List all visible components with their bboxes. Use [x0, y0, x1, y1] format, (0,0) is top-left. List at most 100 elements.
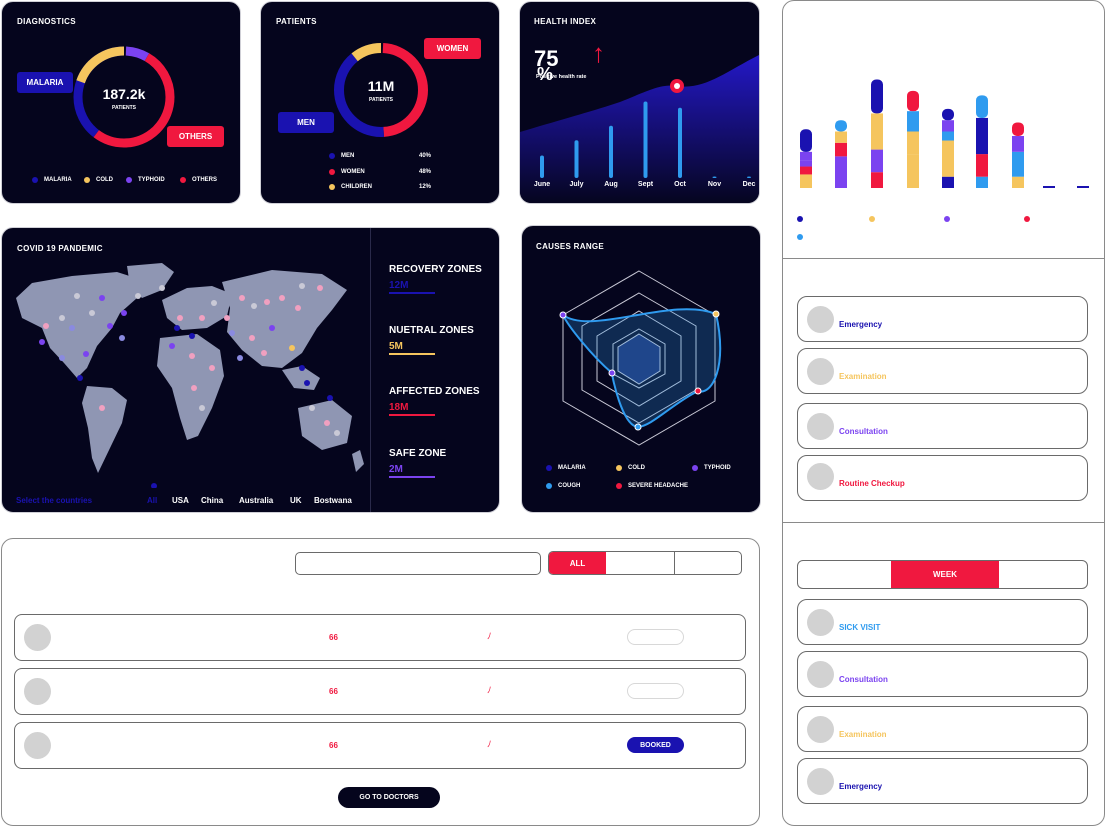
- stacked-segment: [1012, 122, 1024, 137]
- legend-dot: [546, 483, 552, 489]
- stacked-segment: [907, 131, 919, 155]
- doctor-row[interactable]: 66 ﾉ: [14, 614, 746, 661]
- map-dot: [99, 295, 105, 301]
- legend-cold: COLD: [616, 465, 645, 471]
- avatar: [807, 768, 834, 795]
- appointment-card-examination[interactable]: Examination: [797, 348, 1088, 394]
- map-dot: [237, 355, 243, 361]
- legend-dot: [126, 177, 132, 183]
- stacked-segment: [871, 113, 883, 150]
- map-dot: [317, 285, 323, 291]
- map-dot: [261, 350, 267, 356]
- legend-label: COUGH: [558, 483, 581, 489]
- patients-panel: PATIENTS 11M PATIENTS WOMEN MEN MEN 40% …: [260, 1, 500, 204]
- stacked-segment: [800, 151, 812, 161]
- stacked-segment: [1043, 186, 1055, 188]
- zone-neutral-underline: [389, 353, 435, 355]
- heart-icon: ﾉ: [487, 685, 492, 695]
- map-dot: [264, 299, 270, 305]
- appointment-card-routine-checkup[interactable]: Routine Checkup: [797, 455, 1088, 501]
- appointment-label: Examination: [839, 730, 887, 739]
- map-europe: [162, 286, 232, 330]
- legend-dot-red: [1024, 216, 1030, 222]
- legend-label: OTHERS: [192, 177, 218, 183]
- tab-week[interactable]: WEEK: [891, 561, 999, 588]
- legend-dot: [180, 177, 186, 183]
- patients-row-men: MEN: [329, 153, 354, 159]
- booked-badge[interactable]: BOOKED: [627, 737, 684, 753]
- avatar: [807, 609, 834, 636]
- legend-malaria: MALARIA: [32, 177, 72, 183]
- legend-dot-purple: [944, 216, 950, 222]
- stacked-legend: [797, 214, 1097, 244]
- stacked-segment: [976, 154, 988, 177]
- map-dot: [299, 365, 305, 371]
- map-dot: [324, 420, 330, 426]
- zone-recovery-label: RECOVERY ZONES: [389, 264, 482, 275]
- legend-dot: [329, 169, 335, 175]
- stacked-segment: [1012, 176, 1024, 188]
- stacked-segment: [1012, 136, 1024, 152]
- appointment-card-examination-2[interactable]: Examination: [797, 706, 1088, 752]
- avatar: [807, 716, 834, 743]
- country-tab-bostwana[interactable]: Bostwana: [314, 496, 352, 505]
- avatar: [24, 732, 51, 759]
- doctor-search-input[interactable]: [295, 552, 541, 575]
- book-button[interactable]: [627, 683, 684, 699]
- filter-tab-all[interactable]: ALL: [549, 552, 606, 574]
- diagnostics-center-caption: PATIENTS: [112, 105, 136, 111]
- map-dot: [177, 315, 183, 321]
- stacked-segment: [835, 131, 847, 143]
- radar-point-cold: [712, 310, 720, 318]
- stacked-segment: [907, 154, 919, 188]
- patients-tag-women: WOMEN: [424, 38, 481, 59]
- map-dot: [39, 339, 45, 345]
- appointment-card-emergency[interactable]: Emergency: [797, 296, 1088, 342]
- appointment-card-sick-visit[interactable]: SICK VISIT: [797, 599, 1088, 645]
- legend-dot-navy: [797, 216, 803, 222]
- filter-tab-3[interactable]: [675, 552, 741, 574]
- zone-recovery-value: 12M: [389, 280, 409, 291]
- map-dot: [69, 325, 75, 331]
- go-to-doctors-button[interactable]: GO TO DOCTORS: [338, 787, 440, 808]
- causes-panel: CAUSES RANGE MALARIA COLD TYPHOID COUGH …: [521, 225, 761, 513]
- appointment-card-consultation[interactable]: Consultation: [797, 403, 1088, 449]
- appointment-card-consultation-2[interactable]: Consultation: [797, 651, 1088, 697]
- doctor-row[interactable]: 66 ﾉ BOOKED: [14, 722, 746, 769]
- tab-period-1[interactable]: [798, 561, 891, 588]
- tab-period-3[interactable]: [999, 561, 1087, 588]
- patients-tag-men: MEN: [278, 112, 334, 133]
- avatar: [807, 463, 834, 490]
- map-dot: [99, 405, 105, 411]
- diagnostics-panel: DIAGNOSTICS 187.2k PATIENTS MALARIA OTHE…: [1, 1, 241, 204]
- map-dot: [121, 310, 127, 316]
- map-dot: [211, 300, 217, 306]
- appointment-card-emergency-2[interactable]: Emergency: [797, 758, 1088, 804]
- patients-row-men-value: 40%: [419, 153, 432, 159]
- country-tab-uk[interactable]: UK: [290, 496, 302, 505]
- map-dot: [169, 343, 175, 349]
- legend-label: COLD: [96, 177, 113, 183]
- filter-tab-2[interactable]: [606, 552, 675, 574]
- country-tab-china[interactable]: China: [201, 496, 223, 505]
- map-dot: [327, 395, 333, 401]
- zone-safe-value: 2M: [389, 464, 403, 475]
- book-button[interactable]: [627, 629, 684, 645]
- stacked-segment: [871, 149, 883, 173]
- country-tab-all[interactable]: All: [147, 496, 157, 505]
- doctor-filter-tabs: ALL: [548, 551, 742, 575]
- map-dot: [83, 351, 89, 357]
- legend-dot-blue: [797, 234, 803, 240]
- country-tab-australia[interactable]: Australia: [239, 496, 273, 505]
- diagnostics-title: DIAGNOSTICS: [17, 17, 76, 26]
- legend-typhoid: TYPHOID: [692, 465, 731, 471]
- heart-icon: ﾉ: [487, 631, 492, 641]
- map-dot: [295, 305, 301, 311]
- map-dot: [191, 385, 197, 391]
- country-tab-usa[interactable]: USA: [172, 496, 189, 505]
- map-dot: [174, 325, 180, 331]
- doctor-row[interactable]: 66 ﾉ: [14, 668, 746, 715]
- zone-safe-underline: [389, 476, 435, 478]
- doctor-rating: 66: [329, 633, 338, 642]
- map-dot: [43, 323, 49, 329]
